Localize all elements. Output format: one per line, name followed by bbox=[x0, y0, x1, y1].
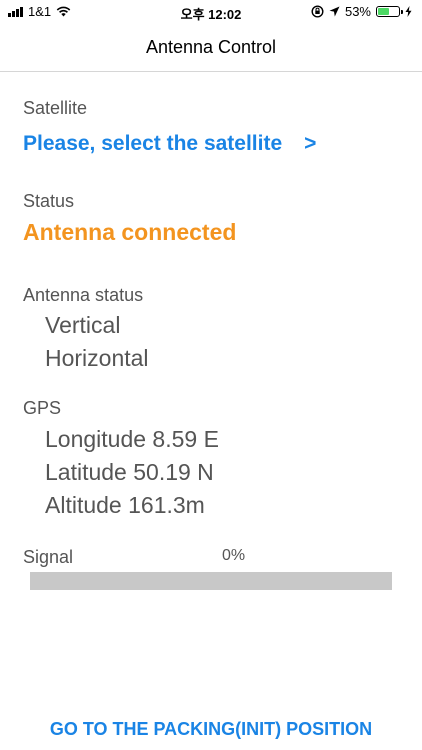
status-bar-right: 53% bbox=[311, 4, 412, 19]
antenna-status-label: Antenna status bbox=[23, 285, 144, 305]
antenna-control-screen: 1&1 오후 12:02 53% Antenna Control Satelli… bbox=[0, 0, 422, 750]
page-title: Antenna Control bbox=[145, 37, 277, 57]
antenna-horizontal-value: Horizontal bbox=[45, 345, 149, 371]
signal-percent-value: 0% bbox=[222, 547, 246, 564]
battery-tip bbox=[401, 10, 403, 14]
gps-altitude-value: Altitude 161.3m bbox=[45, 492, 205, 518]
orientation-lock-icon bbox=[311, 5, 324, 18]
signal-progress-bar bbox=[30, 572, 392, 590]
signal-label: Signal bbox=[23, 547, 74, 567]
satellite-label: Satellite bbox=[23, 98, 88, 118]
packing-position-button[interactable]: GO TO THE PACKING(INIT) POSITION bbox=[0, 719, 422, 740]
gps-label: GPS bbox=[23, 398, 62, 418]
antenna-vertical-value: Vertical bbox=[45, 312, 121, 338]
location-icon bbox=[329, 6, 340, 17]
status-bar: 1&1 오후 12:02 53% bbox=[0, 0, 422, 26]
status-label: Status bbox=[23, 191, 75, 211]
battery-icon bbox=[376, 6, 403, 17]
navigation-bar: Antenna Control bbox=[0, 26, 422, 72]
gps-latitude-value: Latitude 50.19 N bbox=[45, 459, 214, 485]
gps-longitude-value: Longitude 8.59 E bbox=[45, 426, 219, 452]
chevron-right-icon: > bbox=[304, 132, 317, 155]
battery-level-fill bbox=[378, 8, 389, 15]
select-satellite-text: Please, select the satellite bbox=[23, 132, 283, 155]
battery-percent: 53% bbox=[344, 4, 371, 19]
connection-status-value: Antenna connected bbox=[23, 219, 237, 245]
select-satellite-button[interactable]: Please, select the satellite > bbox=[23, 132, 316, 156]
charging-icon bbox=[405, 6, 412, 17]
